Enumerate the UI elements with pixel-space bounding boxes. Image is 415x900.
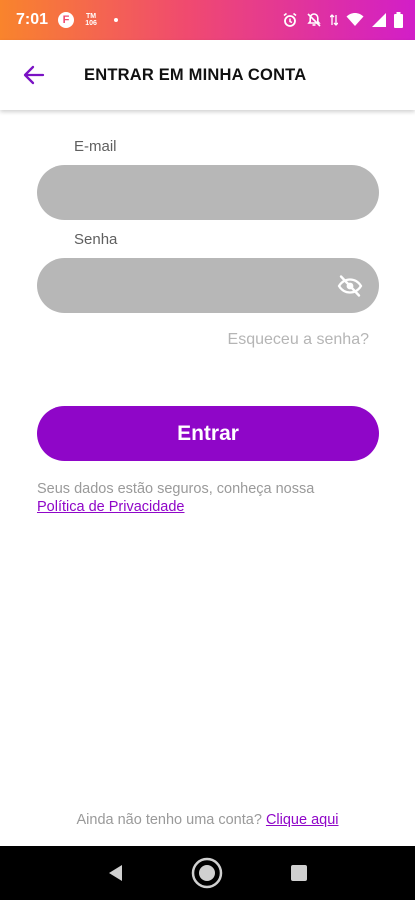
notification-tm-icon: TM 106 xyxy=(84,13,98,27)
email-field[interactable] xyxy=(37,165,379,220)
signup-row: Ainda não tenho uma conta? Clique aqui xyxy=(0,812,415,828)
login-button[interactable]: Entrar xyxy=(37,406,379,461)
notification-tm-top: TM xyxy=(85,13,97,20)
password-label: Senha xyxy=(74,231,118,248)
signal-icon xyxy=(372,13,386,27)
data-arrows-icon xyxy=(330,12,338,28)
forgot-password-link[interactable]: Esqueceu a senha? xyxy=(228,331,369,349)
app-bar: ENTRAR EM MINHA CONTA xyxy=(0,40,415,110)
signup-text: Ainda não tenho uma conta? xyxy=(76,812,262,828)
nav-recents-button[interactable] xyxy=(279,853,319,893)
status-time: 7:01 xyxy=(16,11,49,28)
privacy-notice: Seus dados estão seguros, conheça nossa xyxy=(37,481,315,497)
privacy-policy-link[interactable]: Política de Privacidade xyxy=(37,499,185,515)
square-recents-icon xyxy=(291,865,308,881)
signup-link[interactable]: Clique aqui xyxy=(266,812,339,828)
arrow-left-icon xyxy=(23,65,45,85)
notification-tm-bottom: 106 xyxy=(85,20,97,27)
notification-dot-icon xyxy=(114,18,119,22)
status-right xyxy=(282,12,403,28)
back-button[interactable] xyxy=(14,55,54,95)
notification-f-icon: F xyxy=(58,12,75,28)
home-circle-icon xyxy=(192,857,223,889)
battery-icon xyxy=(394,12,403,28)
system-nav-bar xyxy=(0,846,415,900)
status-left: 7:01 F TM 106 xyxy=(16,11,119,29)
wifi-icon xyxy=(346,12,364,28)
password-field[interactable] xyxy=(37,258,379,313)
page-title: ENTRAR EM MINHA CONTA xyxy=(84,65,307,84)
triangle-back-icon xyxy=(108,865,122,881)
nav-back-button[interactable] xyxy=(96,853,136,893)
mute-icon xyxy=(306,12,322,28)
alarm-icon xyxy=(282,12,298,28)
nav-home-button[interactable] xyxy=(187,853,227,893)
eye-off-icon[interactable] xyxy=(336,272,364,300)
email-label: E-mail xyxy=(74,138,117,155)
login-screen: 7:01 F TM 106 ENTRAR EM MINHA CONTA E-ma… xyxy=(0,0,415,900)
status-bar: 7:01 F TM 106 xyxy=(0,0,415,40)
